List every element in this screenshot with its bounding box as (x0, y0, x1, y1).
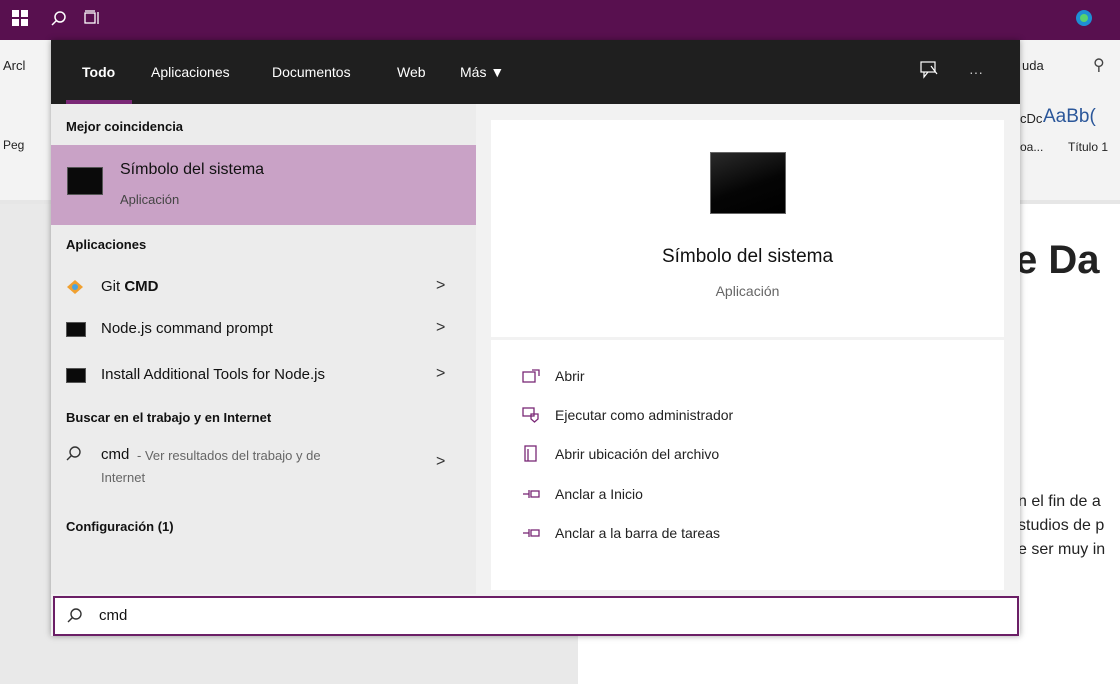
settings-heading[interactable]: Configuración (1) (66, 519, 174, 534)
chevron-right-icon[interactable]: > (436, 319, 445, 337)
edge-icon[interactable] (1072, 0, 1096, 36)
doc-body-line: e ser muy in (1018, 541, 1106, 558)
list-item-node-tools[interactable]: Install Additional Tools for Node.js > (51, 355, 476, 395)
preview-subtitle: Aplicación (715, 283, 780, 299)
best-match-heading: Mejor coincidencia (66, 119, 184, 134)
doc-tab-partial[interactable]: uda (1022, 58, 1044, 73)
tab-mas[interactable]: Más ▼ (460, 40, 504, 104)
search-icon (66, 445, 82, 466)
pin-icon (521, 486, 541, 502)
more-icon[interactable]: ··· (969, 40, 983, 104)
web-query-suffix: Internet (101, 470, 146, 485)
console-icon (67, 167, 103, 195)
preview-actions: Abrir Ejecutar como administrador Abrir … (491, 340, 1004, 590)
action-pin-start[interactable]: Anclar a Inicio (521, 483, 643, 505)
web-query: cmd (101, 446, 130, 463)
taskbar (0, 0, 1120, 40)
chevron-right-icon[interactable]: > (436, 277, 445, 295)
preview-header: Símbolo del sistema Aplicación (491, 120, 1004, 337)
doc-style-name: Título 1 (1068, 140, 1109, 154)
search-panel-header: Todo Aplicaciones Documentos Web Más ▼ ·… (51, 40, 1020, 104)
search-box[interactable]: cmd (53, 596, 1019, 636)
doc-body-line: n el fin de a (1018, 493, 1101, 510)
action-open-location[interactable]: Abrir ubicación del archivo (521, 443, 719, 465)
web-query-suffix: - Ver resultados del trabajo y de (137, 448, 321, 463)
search-icon (67, 607, 83, 628)
list-item-label: Install Additional Tools for Node.js (101, 366, 326, 383)
console-icon (66, 368, 86, 383)
doc-paste-partial[interactable]: Peg (3, 138, 24, 152)
git-icon (66, 279, 84, 300)
preview-pane: Símbolo del sistema Aplicación Abrir Eje… (491, 120, 1004, 590)
doc-search-icon[interactable]: ⚲ (1093, 55, 1105, 75)
list-item-label: Node.js command prompt (101, 320, 273, 337)
windows-logo-icon[interactable] (8, 0, 32, 36)
tab-documentos[interactable]: Documentos (272, 40, 351, 104)
pin-icon (521, 525, 541, 541)
apps-heading: Aplicaciones (66, 237, 147, 252)
doc-style-preview[interactable]: AaBb( (1043, 106, 1096, 128)
list-item-label: Git CMD (101, 278, 159, 295)
open-icon (521, 368, 541, 384)
best-match-title: Símbolo del sistema (120, 161, 265, 178)
best-match-subtitle: Aplicación (120, 192, 180, 207)
preview-title: Símbolo del sistema (661, 246, 834, 267)
list-item-node-prompt[interactable]: Node.js command prompt > (51, 309, 476, 349)
feedback-icon[interactable] (919, 60, 941, 82)
doc-tab-partial[interactable]: Arcl (3, 58, 25, 73)
doc-style-preview[interactable]: cDc (1020, 111, 1042, 126)
action-open[interactable]: Abrir (521, 365, 585, 387)
file-location-icon (521, 445, 541, 462)
run-as-admin-icon (521, 407, 541, 423)
chevron-right-icon[interactable]: > (436, 453, 445, 471)
task-view-icon[interactable] (80, 0, 104, 36)
action-pin-taskbar[interactable]: Anclar a la barra de tareas (521, 522, 720, 544)
doc-heading: e Da (1015, 238, 1100, 282)
search-icon[interactable] (47, 0, 71, 36)
doc-body-line: studios de p (1018, 517, 1105, 534)
console-icon (710, 152, 786, 214)
console-icon (66, 322, 86, 337)
web-search-item[interactable]: cmd - Ver resultados del trabajo y de In… (51, 434, 476, 492)
list-item-git-cmd[interactable]: Git CMD > (51, 267, 476, 307)
tab-web[interactable]: Web (397, 40, 426, 104)
best-match-item[interactable]: Símbolo del sistema Aplicación (51, 145, 476, 225)
web-search-heading: Buscar en el trabajo y en Internet (66, 410, 272, 425)
search-input[interactable]: cmd (99, 607, 127, 624)
doc-style-name: oa... (1020, 140, 1044, 154)
action-run-as-admin[interactable]: Ejecutar como administrador (521, 404, 733, 426)
chevron-right-icon[interactable]: > (436, 365, 445, 383)
results-list: Mejor coincidencia Símbolo del sistema A… (51, 104, 476, 594)
tab-aplicaciones[interactable]: Aplicaciones (151, 40, 230, 104)
tab-todo[interactable]: Todo (82, 40, 115, 104)
search-panel: Todo Aplicaciones Documentos Web Más ▼ ·… (51, 40, 1020, 636)
